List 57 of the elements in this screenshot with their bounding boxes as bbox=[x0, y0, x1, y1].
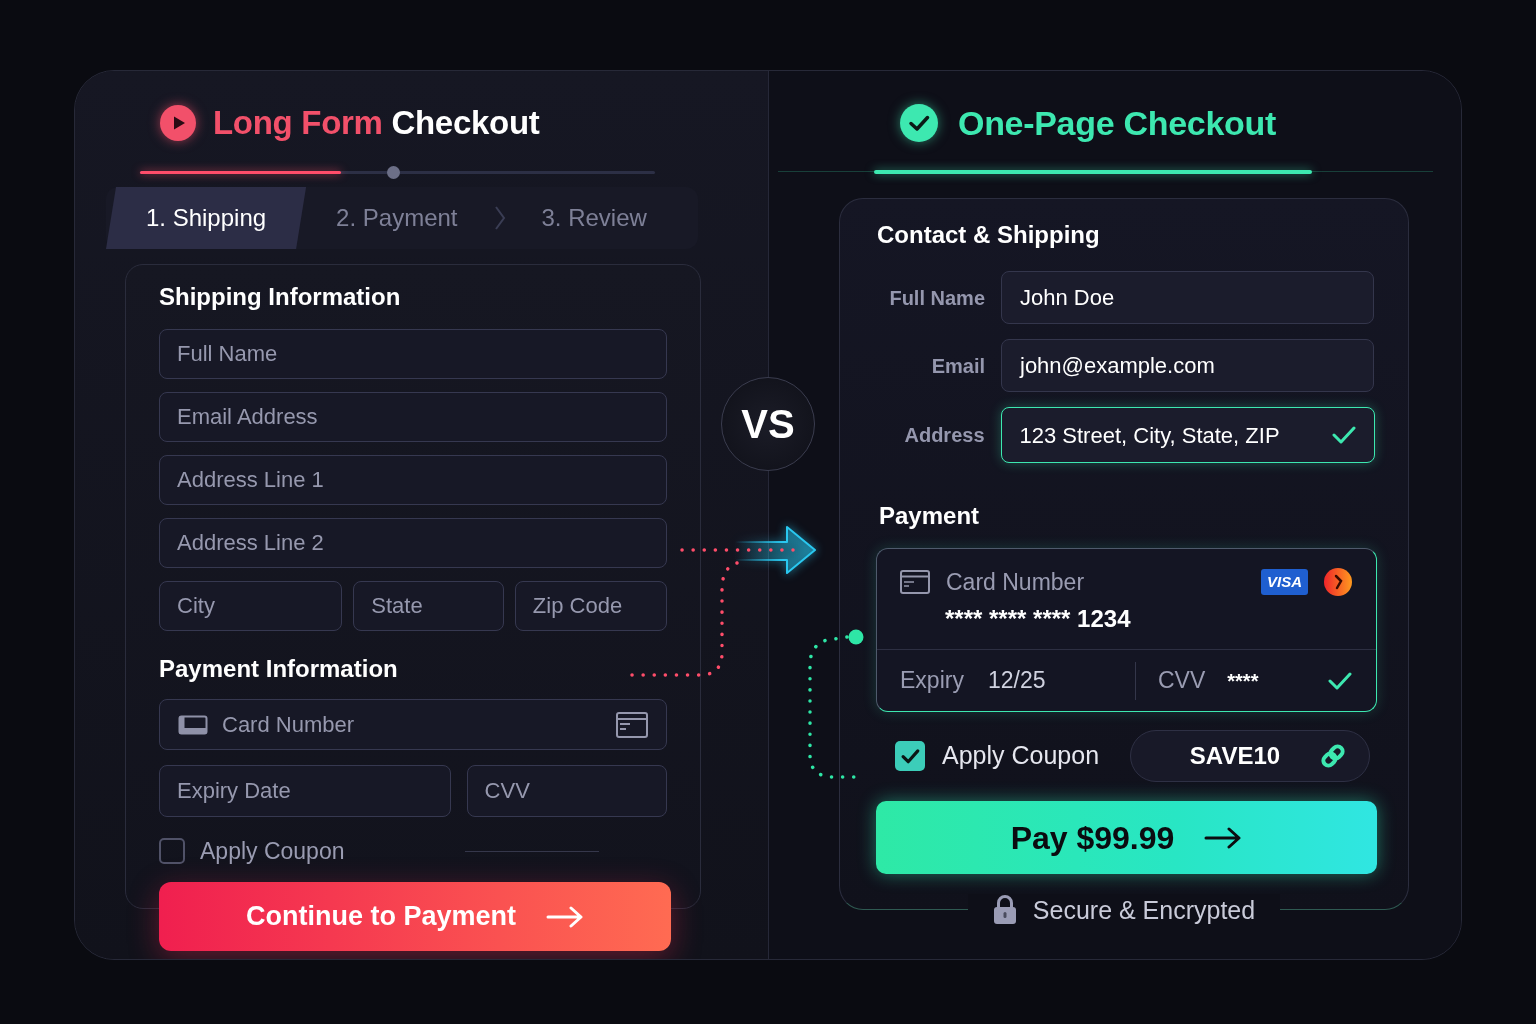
field-label: Address bbox=[903, 423, 985, 448]
brand-logo: VISA bbox=[1261, 569, 1308, 595]
checkbox[interactable] bbox=[159, 838, 185, 864]
check-icon bbox=[1332, 425, 1356, 445]
checkbox-label: Apply Coupon bbox=[942, 740, 1100, 772]
card-number-label: Card Number bbox=[946, 567, 1085, 597]
input-field[interactable]: Zip Code bbox=[514, 581, 667, 631]
coupon-field[interactable]: SAVE10 bbox=[1130, 730, 1370, 782]
card-number-value: **** **** **** 1234 bbox=[945, 605, 1131, 633]
input-field[interactable]: Address Line 2 bbox=[159, 518, 667, 568]
input-field[interactable]: Address Line 1 bbox=[159, 455, 667, 505]
expiry-label: Expiry bbox=[900, 666, 964, 696]
checkbox-label: Apply Coupon bbox=[200, 836, 345, 866]
section-heading: Shipping Information bbox=[159, 282, 402, 312]
expiry-value: 12/25 bbox=[987, 666, 1046, 696]
arrow-icon bbox=[734, 526, 816, 574]
arrow-right-icon bbox=[546, 905, 584, 928]
step-tab[interactable]: 2. Payment bbox=[306, 187, 488, 249]
fill-in-line[interactable] bbox=[464, 850, 599, 852]
security-note: Secure & Encrypted bbox=[1032, 895, 1256, 926]
section-heading: Contact & Shipping bbox=[877, 220, 1101, 250]
step-tab[interactable]: 1. Shipping bbox=[106, 187, 307, 249]
arrow-right-icon bbox=[1204, 826, 1243, 849]
chevron-right-icon bbox=[493, 205, 506, 231]
card-icon bbox=[178, 714, 208, 735]
input-field[interactable]: john@example.com bbox=[1001, 339, 1374, 392]
page-title: Long Form Checkout bbox=[213, 103, 540, 143]
card-details-field[interactable]: Card Number VISA **** **** **** 1234 Expiry 12/25 CVV **** bbox=[876, 548, 1377, 712]
input-field[interactable]: CVV bbox=[466, 765, 667, 817]
card-icon bbox=[900, 570, 930, 594]
input-field[interactable]: Full Name bbox=[159, 329, 667, 379]
check-circle-icon bbox=[900, 104, 938, 142]
step-marker-icon bbox=[387, 166, 401, 179]
input-field[interactable]: Card Number bbox=[159, 699, 667, 750]
pay-button[interactable]: Pay $99.99 bbox=[876, 801, 1377, 874]
field-label: Full Name bbox=[888, 285, 985, 311]
input-field[interactable]: Expiry Date bbox=[159, 765, 451, 817]
input-field[interactable]: City bbox=[159, 581, 343, 631]
input-field[interactable]: State bbox=[353, 581, 504, 631]
check-icon bbox=[1328, 670, 1352, 691]
continue-button[interactable]: Continue to Payment bbox=[159, 882, 671, 951]
input-field[interactable]: Email Address bbox=[159, 392, 667, 442]
cvv-label: CVV bbox=[1158, 666, 1206, 696]
section-heading: Payment Information bbox=[159, 654, 399, 684]
input-field[interactable]: John Doe bbox=[1001, 271, 1374, 324]
input-field[interactable]: 123 Street, City, State, ZIP bbox=[1000, 407, 1375, 463]
link-icon bbox=[1319, 742, 1347, 770]
play-icon bbox=[160, 105, 196, 141]
section-heading: Payment bbox=[879, 501, 981, 531]
field-label: Email bbox=[930, 353, 985, 379]
checkbox[interactable] bbox=[895, 741, 925, 771]
lock-icon bbox=[992, 895, 1017, 925]
brand-logo-icon bbox=[1324, 568, 1352, 596]
page-title: One-Page Checkout bbox=[958, 103, 1276, 143]
step-tab[interactable]: 3. Review bbox=[511, 187, 677, 249]
cvv-value: **** bbox=[1227, 668, 1259, 694]
card-icon bbox=[616, 711, 648, 738]
